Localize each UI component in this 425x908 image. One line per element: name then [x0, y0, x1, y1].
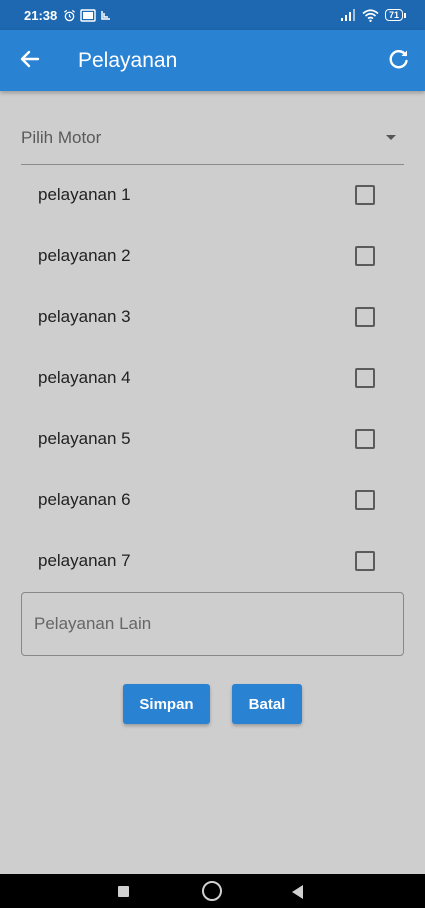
service-label: pelayanan 7: [38, 551, 131, 570]
service-item-1[interactable]: pelayanan 1: [0, 165, 425, 226]
service-list: pelayanan 1 pelayanan 2 pelayanan 3 pela…: [0, 165, 425, 592]
system-nav-bar: [0, 874, 425, 908]
cancel-button[interactable]: Batal: [232, 684, 302, 724]
status-left: 21:38: [24, 8, 112, 23]
wifi-icon: [362, 8, 379, 22]
service-checkbox[interactable]: [355, 368, 375, 388]
service-label: pelayanan 2: [38, 246, 131, 265]
other-service-input[interactable]: [21, 592, 404, 656]
motor-dropdown[interactable]: Pilih Motor: [21, 118, 404, 165]
service-item-5[interactable]: pelayanan 5: [0, 409, 425, 470]
page-title: Pelayanan: [78, 49, 178, 72]
system-back-icon[interactable]: [292, 885, 303, 899]
motor-dropdown-label: Pilih Motor: [21, 128, 102, 147]
refresh-icon[interactable]: [387, 47, 411, 71]
status-time: 21:38: [24, 7, 58, 23]
service-label: pelayanan 6: [38, 490, 131, 509]
battery-icon: 71: [384, 9, 407, 21]
service-label: pelayanan 1: [38, 185, 131, 204]
service-item-3[interactable]: pelayanan 3: [0, 287, 425, 348]
recent-apps-icon[interactable]: [118, 886, 129, 897]
service-item-4[interactable]: pelayanan 4: [0, 348, 425, 409]
cast-icon: [80, 8, 96, 22]
service-checkbox[interactable]: [355, 551, 375, 571]
service-checkbox[interactable]: [355, 490, 375, 510]
service-label: pelayanan 5: [38, 429, 131, 448]
app-bar: Pelayanan: [0, 30, 425, 91]
notification-icons: [63, 8, 112, 22]
service-item-2[interactable]: pelayanan 2: [0, 226, 425, 287]
home-icon[interactable]: [202, 881, 222, 901]
service-item-6[interactable]: pelayanan 6: [0, 470, 425, 531]
status-right: 71: [340, 8, 407, 22]
service-label: pelayanan 4: [38, 368, 131, 387]
back-arrow-icon[interactable]: [18, 47, 42, 71]
alarm-icon: [64, 9, 76, 21]
service-checkbox[interactable]: [355, 307, 375, 327]
save-button[interactable]: Simpan: [123, 684, 210, 724]
service-checkbox[interactable]: [355, 246, 375, 266]
service-label: pelayanan 3: [38, 307, 131, 326]
service-item-7[interactable]: pelayanan 7: [0, 531, 425, 592]
service-checkbox[interactable]: [355, 185, 375, 205]
sync-icon: [101, 10, 111, 20]
signal-icon: [340, 9, 355, 21]
service-checkbox[interactable]: [355, 429, 375, 449]
dropdown-arrow-icon: [386, 135, 396, 140]
status-bar: 21:38 71: [0, 0, 425, 30]
